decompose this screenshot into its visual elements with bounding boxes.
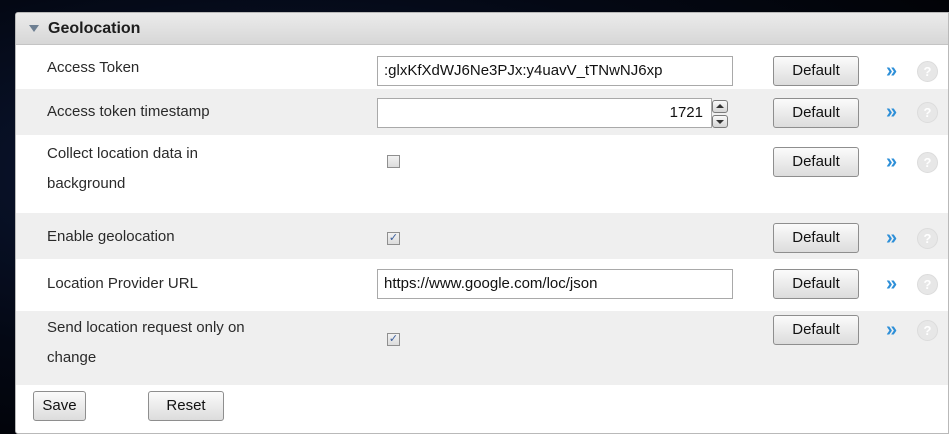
- save-button[interactable]: Save: [33, 391, 86, 421]
- setting-row-enable-geolocation: Enable geolocation ✓ Default » ?: [16, 213, 948, 259]
- spin-down-icon[interactable]: [712, 115, 728, 128]
- setting-label-line2: change: [47, 349, 97, 366]
- setting-label: Access Token: [47, 59, 140, 76]
- setting-label: Access token timestamp: [47, 103, 210, 120]
- setting-label-line2: background: [47, 175, 126, 192]
- default-button[interactable]: Default: [773, 315, 859, 345]
- section-header[interactable]: Geolocation: [16, 13, 948, 45]
- help-icon[interactable]: ?: [917, 274, 938, 295]
- collect-background-checkbox[interactable]: [387, 155, 400, 168]
- collapse-triangle-icon[interactable]: [29, 25, 39, 32]
- setting-row-collect-background: Collect location data in background Defa…: [16, 135, 948, 213]
- setting-row-access-token: Access Token :glxKfXdWJ6Ne3PJx:y4uavV_tT…: [16, 53, 948, 89]
- setting-label-line1: Send location request only on: [47, 319, 245, 336]
- reset-button[interactable]: Reset: [148, 391, 224, 421]
- enable-geolocation-checkbox[interactable]: ✓: [387, 232, 400, 245]
- help-icon[interactable]: ?: [917, 228, 938, 249]
- default-button[interactable]: Default: [773, 223, 859, 253]
- setting-label: Enable geolocation: [47, 228, 175, 245]
- number-spinner[interactable]: [712, 100, 728, 128]
- help-icon[interactable]: ?: [917, 61, 938, 82]
- more-chevron-icon[interactable]: »: [886, 320, 897, 340]
- spin-up-icon[interactable]: [712, 100, 728, 113]
- more-chevron-icon[interactable]: »: [886, 61, 897, 81]
- access-token-input[interactable]: :glxKfXdWJ6Ne3PJx:y4uavV_tTNwNJ6xp: [377, 56, 733, 86]
- help-icon[interactable]: ?: [917, 320, 938, 341]
- form-footer: Save Reset: [16, 385, 948, 433]
- more-chevron-icon[interactable]: »: [886, 102, 897, 122]
- more-chevron-icon[interactable]: »: [886, 228, 897, 248]
- setting-row-location-provider-url: Location Provider URL https://www.google…: [16, 259, 948, 311]
- help-icon[interactable]: ?: [917, 102, 938, 123]
- geolocation-panel: Geolocation Access Token :glxKfXdWJ6Ne3P…: [15, 12, 949, 434]
- setting-label-line1: Collect location data in: [47, 145, 198, 162]
- help-icon[interactable]: ?: [917, 152, 938, 173]
- timestamp-number-input[interactable]: 1721: [377, 98, 712, 128]
- setting-row-access-token-timestamp: Access token timestamp 1721 Default » ?: [16, 89, 948, 135]
- default-button[interactable]: Default: [773, 269, 859, 299]
- more-chevron-icon[interactable]: »: [886, 152, 897, 172]
- send-on-change-checkbox[interactable]: ✓: [387, 333, 400, 346]
- location-provider-url-input[interactable]: https://www.google.com/loc/json: [377, 269, 733, 299]
- default-button[interactable]: Default: [773, 56, 859, 86]
- section-title: Geolocation: [48, 19, 141, 37]
- default-button[interactable]: Default: [773, 147, 859, 177]
- setting-label: Location Provider URL: [47, 275, 198, 292]
- default-button[interactable]: Default: [773, 98, 859, 128]
- more-chevron-icon[interactable]: »: [886, 274, 897, 294]
- setting-row-send-on-change: Send location request only on change ✓ D…: [16, 311, 948, 385]
